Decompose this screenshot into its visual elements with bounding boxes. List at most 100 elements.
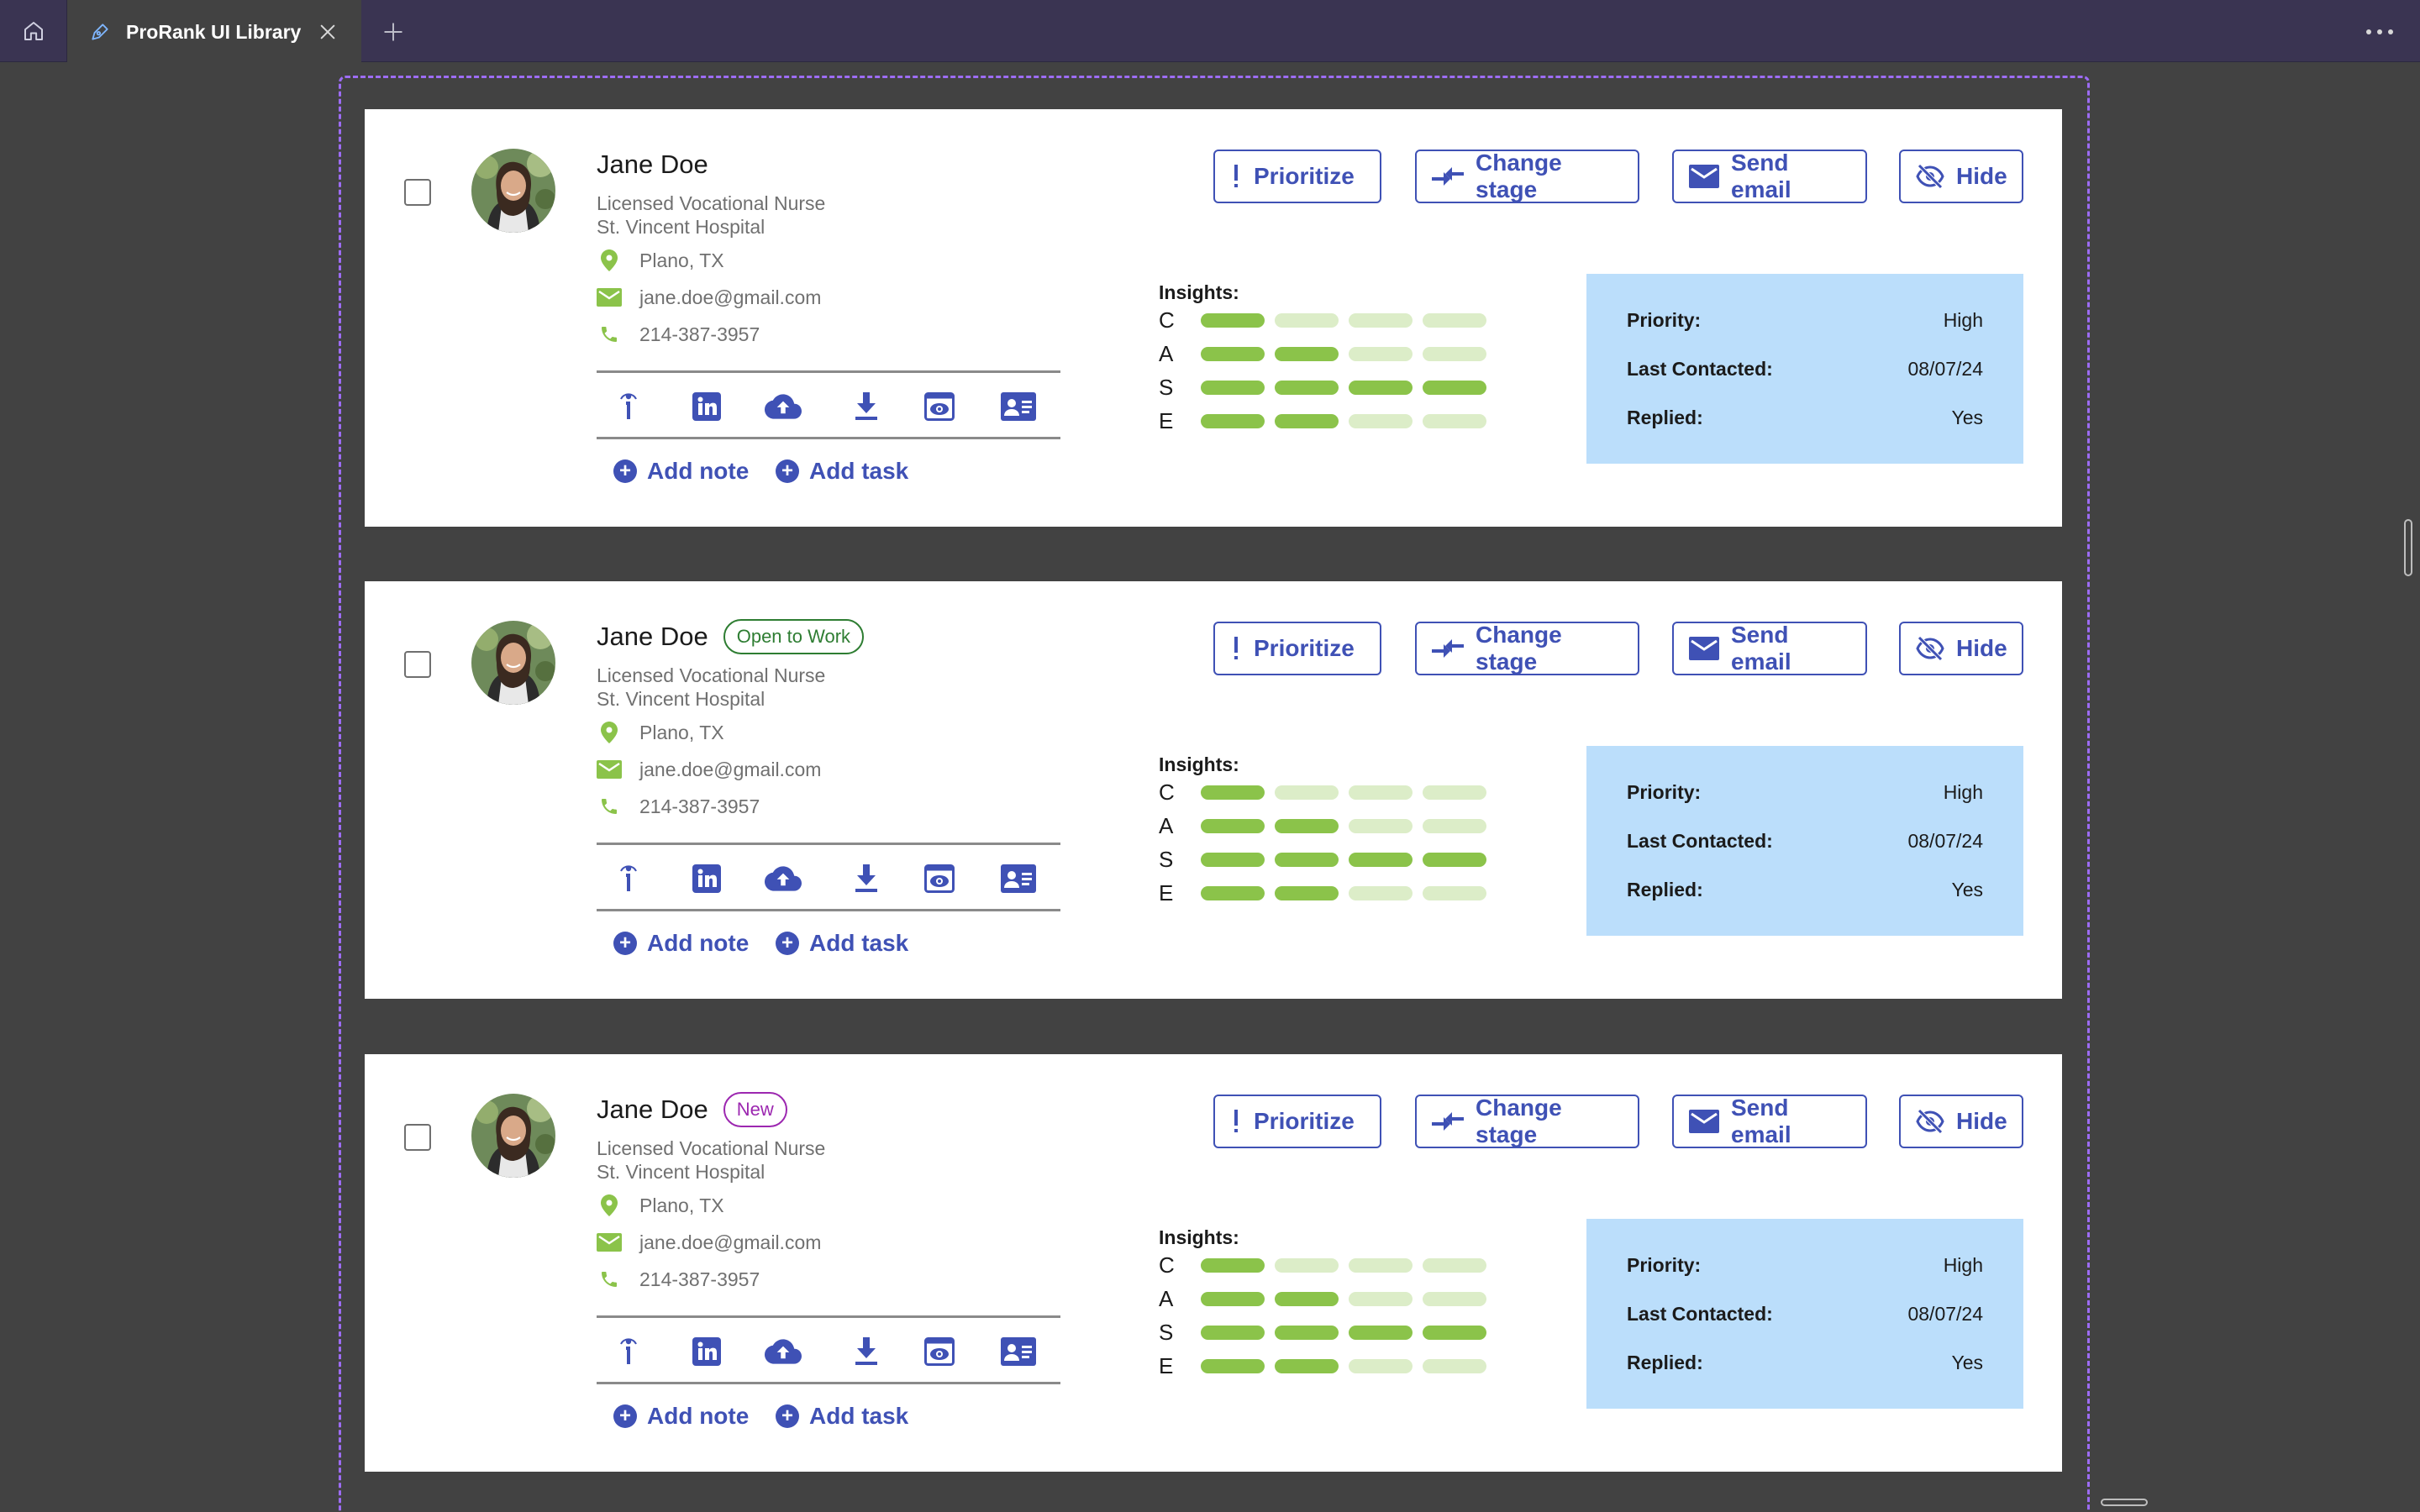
case-letter: S	[1159, 1319, 1174, 1345]
add-circle-icon: +	[613, 459, 637, 483]
linkedin-button[interactable]	[688, 1335, 725, 1368]
info-button[interactable]	[610, 390, 647, 423]
send-email-button[interactable]: Send email	[1672, 622, 1867, 675]
send-email-button[interactable]: Send email	[1672, 150, 1867, 203]
replied-value: Yes	[1951, 406, 1983, 428]
prioritize-button[interactable]: Prioritize	[1213, 150, 1381, 203]
replied-label: Replied:	[1627, 406, 1703, 428]
status-badge: New	[723, 1092, 787, 1127]
email-text[interactable]: jane.doe@gmail.com	[639, 286, 821, 309]
change-stage-label: Change stage	[1476, 622, 1562, 675]
hide-button[interactable]: Hide	[1899, 150, 2023, 203]
change-stage-label: Change stage	[1476, 150, 1562, 202]
add-task-button[interactable]: + Add task	[776, 928, 908, 958]
insight-level-segment	[1201, 312, 1265, 328]
select-checkbox[interactable]	[404, 651, 431, 678]
prioritize-label: Prioritize	[1254, 1108, 1355, 1134]
preview-icon	[924, 1337, 955, 1366]
envelope-icon	[1689, 1110, 1719, 1133]
profile-toolbar	[597, 1315, 1060, 1384]
contact-card-button[interactable]	[1000, 390, 1037, 423]
linkedin-button[interactable]	[688, 862, 725, 895]
prioritize-button[interactable]: Prioritize	[1213, 622, 1381, 675]
priority-value: High	[1943, 308, 1983, 331]
download-button[interactable]	[848, 1335, 885, 1368]
more-options-button[interactable]	[2356, 15, 2403, 49]
eye-off-icon	[1916, 636, 1944, 661]
download-button[interactable]	[848, 862, 885, 895]
prioritize-label: Prioritize	[1254, 635, 1355, 661]
add-task-button[interactable]: + Add task	[776, 456, 908, 486]
phone-icon	[597, 794, 622, 819]
email-text[interactable]: jane.doe@gmail.com	[639, 1231, 821, 1254]
plus-icon	[384, 23, 402, 41]
download-icon	[855, 1337, 877, 1365]
scrollbar-thumb[interactable]	[2404, 519, 2412, 576]
candidate-name[interactable]: Jane Doe	[597, 1095, 708, 1125]
location-text: Plano, TX	[639, 721, 724, 743]
phone-icon	[597, 322, 622, 347]
insight-level-segment	[1201, 785, 1265, 800]
change-stage-button[interactable]: Change stage	[1415, 1095, 1639, 1148]
location-pin-icon	[597, 720, 622, 745]
email-row: jane.doe@gmail.com	[597, 757, 821, 782]
preview-button[interactable]	[921, 862, 958, 895]
hide-label: Hide	[1956, 1108, 2007, 1134]
download-button[interactable]	[848, 390, 885, 423]
preview-button[interactable]	[921, 1335, 958, 1368]
case-row-s: S	[1159, 375, 1497, 400]
hide-button[interactable]: Hide	[1899, 622, 2023, 675]
new-tab-button[interactable]	[376, 15, 410, 49]
add-task-button[interactable]: + Add task	[776, 1401, 908, 1431]
phone-row: 214-387-3957	[597, 794, 760, 819]
hide-button[interactable]: Hide	[1899, 1095, 2023, 1148]
info-button[interactable]	[610, 862, 647, 895]
phone-text[interactable]: 214-387-3957	[639, 795, 760, 818]
preview-button[interactable]	[921, 390, 958, 423]
change-stage-button[interactable]: Change stage	[1415, 150, 1639, 203]
case-row-e: E	[1159, 408, 1497, 433]
email-text[interactable]: jane.doe@gmail.com	[639, 759, 821, 781]
phone-text[interactable]: 214-387-3957	[639, 1268, 760, 1291]
info-button[interactable]	[610, 1335, 647, 1368]
tab-close-button[interactable]	[316, 20, 339, 44]
location-row: Plano, TX	[597, 1193, 724, 1218]
insight-level-segment	[1423, 1358, 1486, 1373]
add-note-button[interactable]: + Add note	[613, 1401, 749, 1431]
change-stage-button[interactable]: Change stage	[1415, 622, 1639, 675]
case-row-e: E	[1159, 1353, 1497, 1378]
profile-toolbar	[597, 370, 1060, 439]
upload-button[interactable]	[765, 862, 802, 895]
last-contacted-row: Last Contacted: 08/07/24	[1627, 1301, 1983, 1326]
contact-card-icon	[1001, 864, 1036, 893]
priority-value: High	[1943, 1253, 1983, 1276]
upload-button[interactable]	[765, 1335, 802, 1368]
status-info-box: Priority: High Last Contacted: 08/07/24 …	[1586, 274, 2023, 464]
linkedin-button[interactable]	[688, 390, 725, 423]
candidate-name[interactable]: Jane Doe	[597, 622, 708, 652]
last-contacted-label: Last Contacted:	[1627, 357, 1773, 380]
last-contacted-value: 08/07/24	[1907, 357, 1983, 380]
insight-level-segment	[1423, 413, 1486, 428]
tab-prorank-ui-library[interactable]: ProRank UI Library	[67, 0, 361, 64]
select-checkbox[interactable]	[404, 179, 431, 206]
insight-level-segment	[1423, 346, 1486, 361]
add-note-button[interactable]: + Add note	[613, 928, 749, 958]
select-checkbox[interactable]	[404, 1124, 431, 1151]
add-note-button[interactable]: + Add note	[613, 456, 749, 486]
insight-level-segment	[1201, 346, 1265, 361]
status-info-box: Priority: High Last Contacted: 08/07/24 …	[1586, 746, 2023, 936]
upload-button[interactable]	[765, 390, 802, 423]
priority-row: Priority: High	[1627, 307, 1983, 333]
contact-card-button[interactable]	[1000, 862, 1037, 895]
phone-text[interactable]: 214-387-3957	[639, 323, 760, 346]
add-note-label: Add note	[647, 1403, 750, 1429]
prioritize-button[interactable]: Prioritize	[1213, 1095, 1381, 1148]
insight-level-segment	[1201, 1291, 1265, 1306]
replied-label: Replied:	[1627, 1351, 1703, 1373]
home-button[interactable]	[0, 0, 67, 62]
contact-card-button[interactable]	[1000, 1335, 1037, 1368]
resize-handle[interactable]	[2101, 1499, 2148, 1506]
send-email-button[interactable]: Send email	[1672, 1095, 1867, 1148]
candidate-name[interactable]: Jane Doe	[597, 150, 708, 180]
